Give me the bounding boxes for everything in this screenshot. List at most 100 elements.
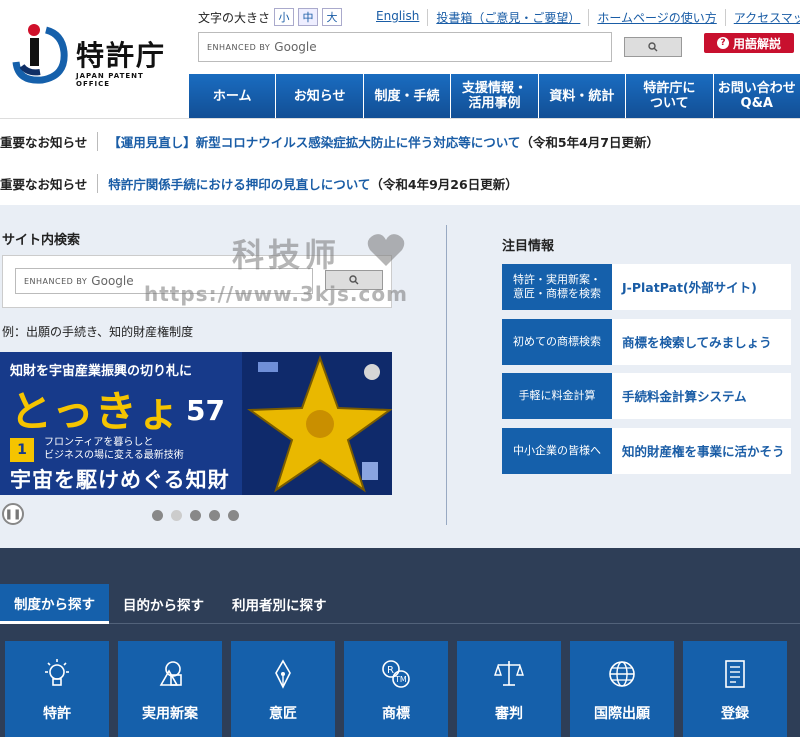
- font-size-small-button[interactable]: 小: [274, 8, 295, 26]
- notice-label: 重要なお知らせ: [0, 173, 99, 193]
- nav-systems-procedures[interactable]: 制度・手続: [363, 74, 452, 118]
- pause-icon: ❚❚: [4, 508, 22, 520]
- category-card-appeals[interactable]: 審判: [457, 641, 561, 737]
- notice-link[interactable]: 特許庁関係手続における押印の見直しについて: [108, 177, 370, 192]
- logo-name: 特許庁: [76, 39, 167, 72]
- banner-feature-line: ビジネスの場に変える最新技術: [44, 450, 184, 461]
- notice-date: （令和4年9月26日更新）: [370, 176, 518, 192]
- featured-item[interactable]: 初めての商標検索 商標を検索してみましょう: [502, 319, 791, 365]
- svg-text:R: R: [387, 665, 394, 676]
- notice-item: 重要なお知らせ 【運用見直し】新型コロナウイルス感染症拡大防止に伴う対応等につい…: [0, 121, 800, 161]
- category-label: 意匠: [269, 706, 297, 722]
- svg-text:TM: TM: [394, 675, 407, 684]
- featured-title: 注目情報: [502, 239, 555, 254]
- globe-icon: [609, 661, 635, 687]
- nav-contact-qa[interactable]: お問い合わせ Q&A: [713, 74, 800, 118]
- site-search-button[interactable]: [325, 270, 383, 290]
- google-label: Google: [274, 40, 317, 54]
- tab-by-system[interactable]: 制度から探す: [0, 584, 109, 624]
- featured-item-label: 初めての商標検索: [502, 319, 612, 365]
- pen-nib-icon: [275, 659, 291, 689]
- google-label: Google: [91, 274, 134, 288]
- banner-tagline: 知財を宇宙産業振興の切り札に: [10, 364, 193, 379]
- site-search-title: サイト内検索: [2, 233, 81, 248]
- site-usage-link[interactable]: ホームページの使い方: [588, 9, 724, 26]
- font-size-medium-button[interactable]: 中: [298, 8, 319, 26]
- notice-text: 【運用見直し】新型コロナウイルス感染症拡大防止に伴う対応等について（令和5年4月…: [98, 132, 659, 151]
- header-search-input[interactable]: ENHANCED BY Google: [198, 32, 612, 62]
- carousel-dot[interactable]: [228, 510, 239, 521]
- jpo-logo-mark-icon: [12, 24, 68, 84]
- category-grid: 特許 実用新案 意匠 R TM 商標 審判 国際出願 登録: [5, 641, 787, 737]
- magnifier-icon: [648, 42, 658, 52]
- font-size-large-button[interactable]: 大: [322, 8, 343, 26]
- featured-item-link[interactable]: 知的財産権を事業に活かそう: [612, 428, 791, 474]
- category-label: 商標: [382, 706, 410, 722]
- notice-text: 特許庁関係手続における押印の見直しについて（令和4年9月26日更新）: [98, 174, 517, 193]
- notice-link[interactable]: 【運用見直し】新型コロナウイルス感染症拡大防止に伴う対応等について: [108, 135, 520, 150]
- nav-about[interactable]: 特許庁に ついて: [626, 74, 714, 118]
- featured-item[interactable]: 手軽に料金計算 手続料金計算システム: [502, 373, 791, 419]
- scales-icon: [494, 661, 524, 686]
- site-search-box: ENHANCED BY Google: [2, 255, 392, 308]
- help-icon: ?: [716, 37, 729, 49]
- category-label: 登録: [721, 706, 749, 722]
- search-example-text: 例：出願の手続き、知的財産権制度: [2, 325, 194, 339]
- nav-home[interactable]: ホーム: [189, 74, 277, 118]
- notice-item: 重要なお知らせ 特許庁関係手続における押印の見直しについて（令和4年9月26日更…: [0, 163, 800, 203]
- access-map-link[interactable]: アクセスマップ: [724, 9, 800, 26]
- trademark-icon: RTM: [382, 660, 410, 688]
- english-link[interactable]: English: [368, 9, 427, 26]
- site-header: 特許庁 JAPAN PATENT OFFICE 文字の大きさ 小 中 大 Eng…: [0, 0, 800, 118]
- nav-support[interactable]: 支援情報・ 活用事例: [451, 74, 539, 118]
- featured-item-label: 中小企業の皆様へ: [502, 428, 612, 474]
- category-card-registration[interactable]: 登録: [683, 641, 787, 737]
- featured-item[interactable]: 中小企業の皆様へ 知的財産権を事業に活かそう: [502, 428, 791, 474]
- banner-headline: 宇宙を駆けめぐる知財: [10, 468, 230, 492]
- category-label: 審判: [495, 706, 523, 722]
- font-size-selector: 文字の大きさ 小 中 大: [198, 8, 343, 26]
- carousel-dots: [152, 510, 239, 521]
- header-search-button[interactable]: [624, 37, 682, 57]
- featured-item-link[interactable]: 商標を検索してみましょう: [612, 319, 791, 365]
- featured-item[interactable]: 特許・実用新案・ 意匠・商標を検索 J-PlatPat(外部サイト): [502, 264, 791, 310]
- category-label: 特許: [43, 706, 71, 722]
- main-nav: ホーム お知らせ 制度・手続 支援情報・ 活用事例 資料・統計 特許庁に ついて…: [189, 74, 800, 118]
- carousel-pause-button[interactable]: ❚❚: [2, 503, 24, 525]
- category-tabs: 制度から探す 目的から探す 利用者別に探す: [0, 584, 800, 624]
- nav-statistics[interactable]: 資料・統計: [538, 74, 627, 118]
- carousel-banner[interactable]: 知財を宇宙産業振興の切り札に とっきょ 57 1 フロンティアを暮らしと ビジネ…: [0, 352, 392, 495]
- document-icon: [725, 660, 745, 688]
- notice-date: （令和5年4月7日更新）: [520, 134, 659, 150]
- carousel-dot[interactable]: [209, 510, 220, 521]
- banner-feature-badge: 1: [10, 438, 34, 462]
- enhanced-by-label: ENHANCED BY: [207, 42, 271, 52]
- carousel-dot[interactable]: [152, 510, 163, 521]
- carousel-dot[interactable]: [190, 510, 201, 521]
- tab-by-user[interactable]: 利用者別に探す: [218, 584, 341, 624]
- utility-links: English 投書箱（ご意見・ご要望） ホームページの使い方 アクセスマップ: [368, 9, 800, 26]
- featured-item-link[interactable]: 手続料金計算システム: [612, 373, 791, 419]
- tab-by-purpose[interactable]: 目的から探す: [109, 584, 218, 624]
- category-card-design[interactable]: 意匠: [231, 641, 335, 737]
- jpo-logo[interactable]: 特許庁 JAPAN PATENT OFFICE: [8, 22, 178, 88]
- magnifier-icon: [349, 275, 359, 285]
- category-card-trademark[interactable]: R TM 商標: [344, 641, 448, 737]
- enhanced-by-label: ENHANCED BY: [24, 276, 88, 286]
- banner-feature-text: フロンティアを暮らしと ビジネスの場に変える最新技術: [44, 436, 184, 462]
- section-divider: [446, 225, 447, 525]
- logo-subtitle: JAPAN PATENT OFFICE: [76, 72, 144, 88]
- category-card-international[interactable]: 国際出願: [570, 641, 674, 737]
- glossary-button[interactable]: ? 用語解説: [704, 33, 794, 53]
- category-card-patent[interactable]: 特許: [5, 641, 109, 737]
- category-label: 国際出願: [594, 706, 650, 722]
- shapes-icon: [159, 661, 182, 686]
- category-card-utility-model[interactable]: 実用新案: [118, 641, 222, 737]
- feedback-link[interactable]: 投書箱（ご意見・ご要望）: [427, 9, 588, 26]
- nav-news[interactable]: お知らせ: [276, 74, 364, 118]
- featured-item-label: 手軽に料金計算: [502, 373, 612, 419]
- category-label: 実用新案: [142, 706, 198, 722]
- site-search-input[interactable]: ENHANCED BY Google: [15, 268, 313, 294]
- featured-item-link[interactable]: J-PlatPat(外部サイト): [612, 264, 791, 310]
- carousel-dot[interactable]: [171, 510, 182, 521]
